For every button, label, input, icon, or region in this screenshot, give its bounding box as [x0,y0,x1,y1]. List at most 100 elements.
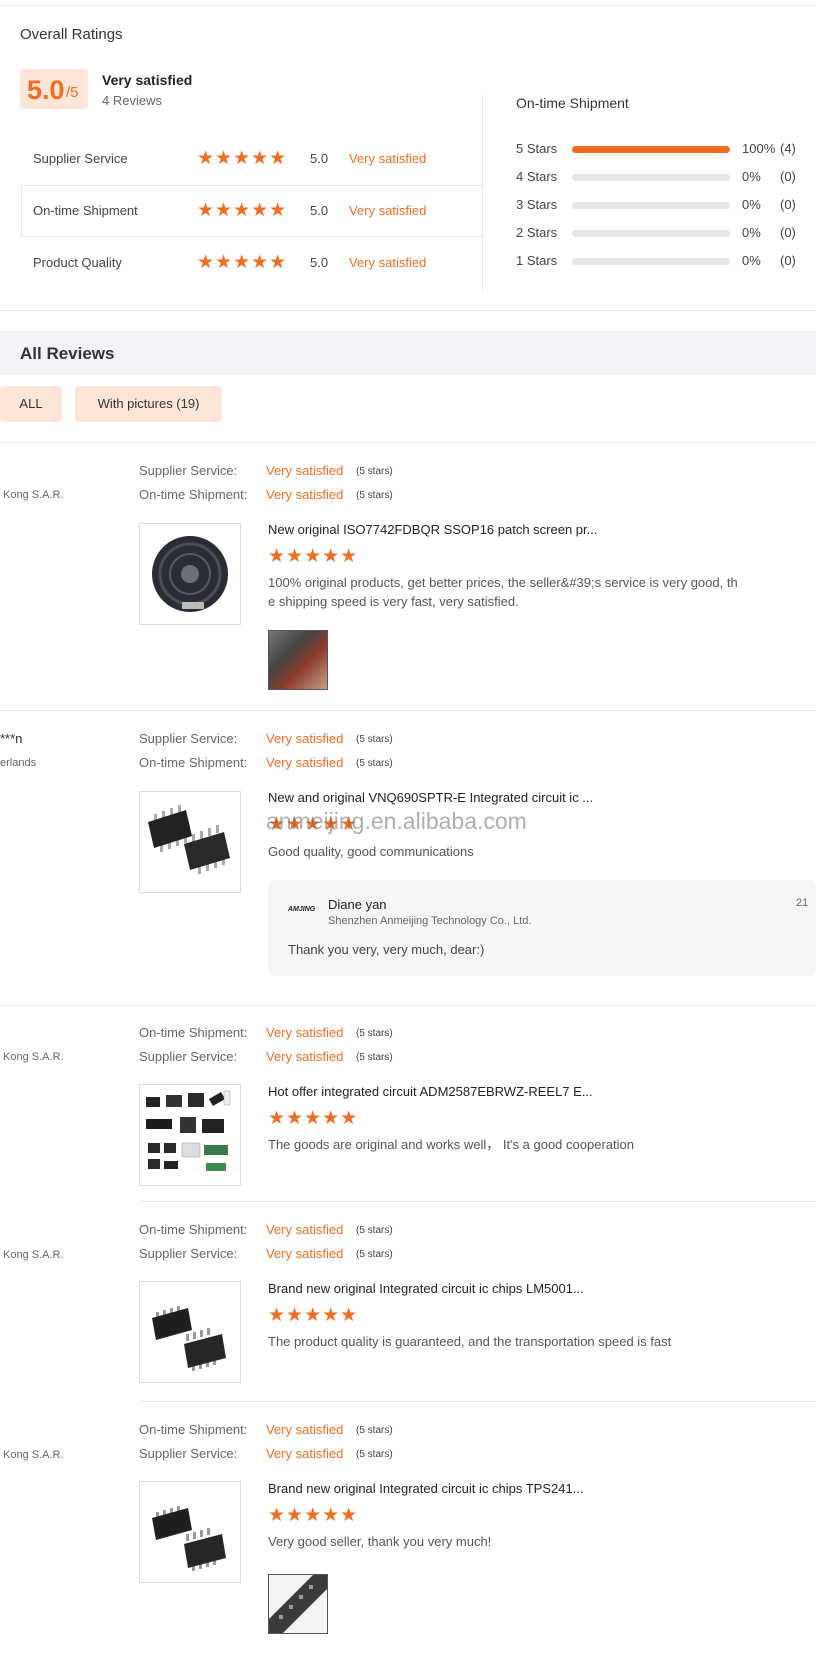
product-thumbnail[interactable] [139,791,241,893]
reply-text: Thank you very, very much, dear:) [288,942,485,957]
reviewer-region: Kong S.A.R. [3,1249,64,1261]
product-title[interactable]: Brand new original Integrated circuit ic… [268,1481,584,1496]
watermark-text: anmeijing.en.alibaba.com [266,808,527,834]
category-score: 5.0 [310,203,329,218]
meta-label: On-time Shipment: [139,755,248,770]
meta-label: Supplier Service: [139,463,238,478]
category-score: 5.0 [310,151,329,166]
meta-value: Very satisfied [266,1422,344,1437]
distribution-pct: 0% [742,169,761,184]
review-photo[interactable] [268,1574,328,1634]
meta-value: Very satisfied [266,755,344,770]
filter-with-pictures-button[interactable]: With pictures (19) [75,386,222,422]
review-divider [139,1401,816,1402]
meta-label: On-time Shipment: [139,1025,248,1040]
meta-value: Very satisfied [266,1246,344,1261]
distribution-row: 4 Stars 0% (0) [516,169,806,189]
review-divider [139,1201,816,1202]
review-stars-icon: ★★★★★ [268,1108,359,1129]
meta-stars-note: (5 stars) [356,1225,393,1236]
distribution-count: (0) [780,197,796,212]
reply-author: Diane yan [328,897,387,912]
overall-review-count: 4 Reviews [102,93,162,108]
meta-label: Supplier Service: [139,1049,238,1064]
reviewer-name: ***n [0,731,23,746]
meta-stars-note: (5 stars) [356,758,393,769]
overall-score-badge: 5.0 /5 [20,69,88,109]
category-row: Supplier Service ★★★★★ 5.0 Very satisfie… [21,134,483,184]
distribution-bar [572,230,730,237]
meta-label: On-time Shipment: [139,487,248,502]
review-divider [0,1005,816,1006]
product-thumbnail[interactable] [139,523,241,625]
distribution-count: (0) [780,225,796,240]
meta-value: Very satisfied [266,1025,344,1040]
seller-logo: AMJING [288,906,316,913]
category-label: Product Quality [33,255,122,270]
review-text-line: The goods are original and works well， I… [268,1137,634,1152]
meta-value: Very satisfied [266,487,344,502]
tape-image [269,1575,327,1633]
category-row-highlight: On-time Shipment ★★★★★ 5.0 Very satisfie… [21,185,483,237]
review-divider [0,710,816,711]
meta-stars-note: (5 stars) [356,734,393,745]
distribution-label: 2 Stars [516,225,558,240]
seller-reply: AMJING Diane yan Shenzhen Anmeijing Tech… [268,880,816,976]
category-score: 5.0 [310,255,329,270]
category-row: Product Quality ★★★★★ 5.0 Very satisfied [21,238,483,288]
product-title[interactable]: New original ISO7742FDBQR SSOP16 patch s… [268,522,598,537]
distribution-bar [572,146,730,153]
product-thumbnail[interactable] [139,1084,241,1186]
meta-label: Supplier Service: [139,1246,238,1261]
review-text-line: The product quality is guaranteed, and t… [268,1334,672,1349]
section-divider [0,442,816,443]
distribution-count: (4) [780,141,796,156]
review-text-line: e shipping speed is very fast, very sati… [268,594,519,609]
review-photo[interactable] [268,630,328,690]
review-stars-icon: ★★★★★ [268,546,359,567]
overall-verdict: Very satisfied [102,72,193,88]
distribution-bar-fill [572,146,730,153]
product-thumbnail[interactable] [139,1481,241,1583]
category-label: Supplier Service [33,151,128,166]
meta-stars-note: (5 stars) [356,1052,393,1063]
reply-company: Shenzhen Anmeijing Technology Co., Ltd. [328,915,532,927]
product-title[interactable]: New and original VNQ690SPTR-E Integrated… [268,790,593,805]
reviewer-region: Kong S.A.R. [3,1449,64,1461]
distribution-pct: 0% [742,253,761,268]
review-text-line: 100% original products, get better price… [268,575,738,590]
category-verdict: Very satisfied [349,255,427,270]
meta-value: Very satisfied [266,1446,344,1461]
distribution-label: 4 Stars [516,169,558,184]
category-verdict: Very satisfied [349,203,427,218]
distribution-count: (0) [780,253,796,268]
reply-date: 21 [796,897,809,909]
distribution-pct: 0% [742,225,761,240]
overall-score-suffix: /5 [66,84,79,101]
distribution-pct: 0% [742,197,761,212]
category-label: On-time Shipment [33,203,138,218]
distribution-label: 5 Stars [516,141,558,156]
meta-label: Supplier Service: [139,731,238,746]
meta-value: Very satisfied [266,463,344,478]
distribution-row: 5 Stars 100% (4) [516,141,806,161]
filter-all-button[interactable]: ALL [0,386,62,422]
distribution-count: (0) [780,169,796,184]
meta-label: On-time Shipment: [139,1422,248,1437]
meta-stars-note: (5 stars) [356,1249,393,1260]
product-thumbnail[interactable] [139,1281,241,1383]
distribution-row: 3 Stars 0% (0) [516,197,806,217]
meta-stars-note: (5 stars) [356,1425,393,1436]
star-rating-icon: ★★★★★ [197,200,288,221]
star-rating-icon: ★★★★★ [197,252,288,273]
review-stars-icon: ★★★★★ [268,1305,359,1326]
product-title[interactable]: Brand new original Integrated circuit ic… [268,1281,584,1296]
overall-score: 5.0 [27,75,65,105]
reviewer-region: Kong S.A.R. [3,489,64,501]
product-title[interactable]: Hot offer integrated circuit ADM2587EBRW… [268,1084,593,1099]
distribution-bar [572,202,730,209]
meta-stars-note: (5 stars) [356,490,393,501]
meta-label: On-time Shipment: [139,1222,248,1237]
meta-stars-note: (5 stars) [356,1449,393,1460]
distribution-row: 1 Stars 0% (0) [516,253,806,273]
